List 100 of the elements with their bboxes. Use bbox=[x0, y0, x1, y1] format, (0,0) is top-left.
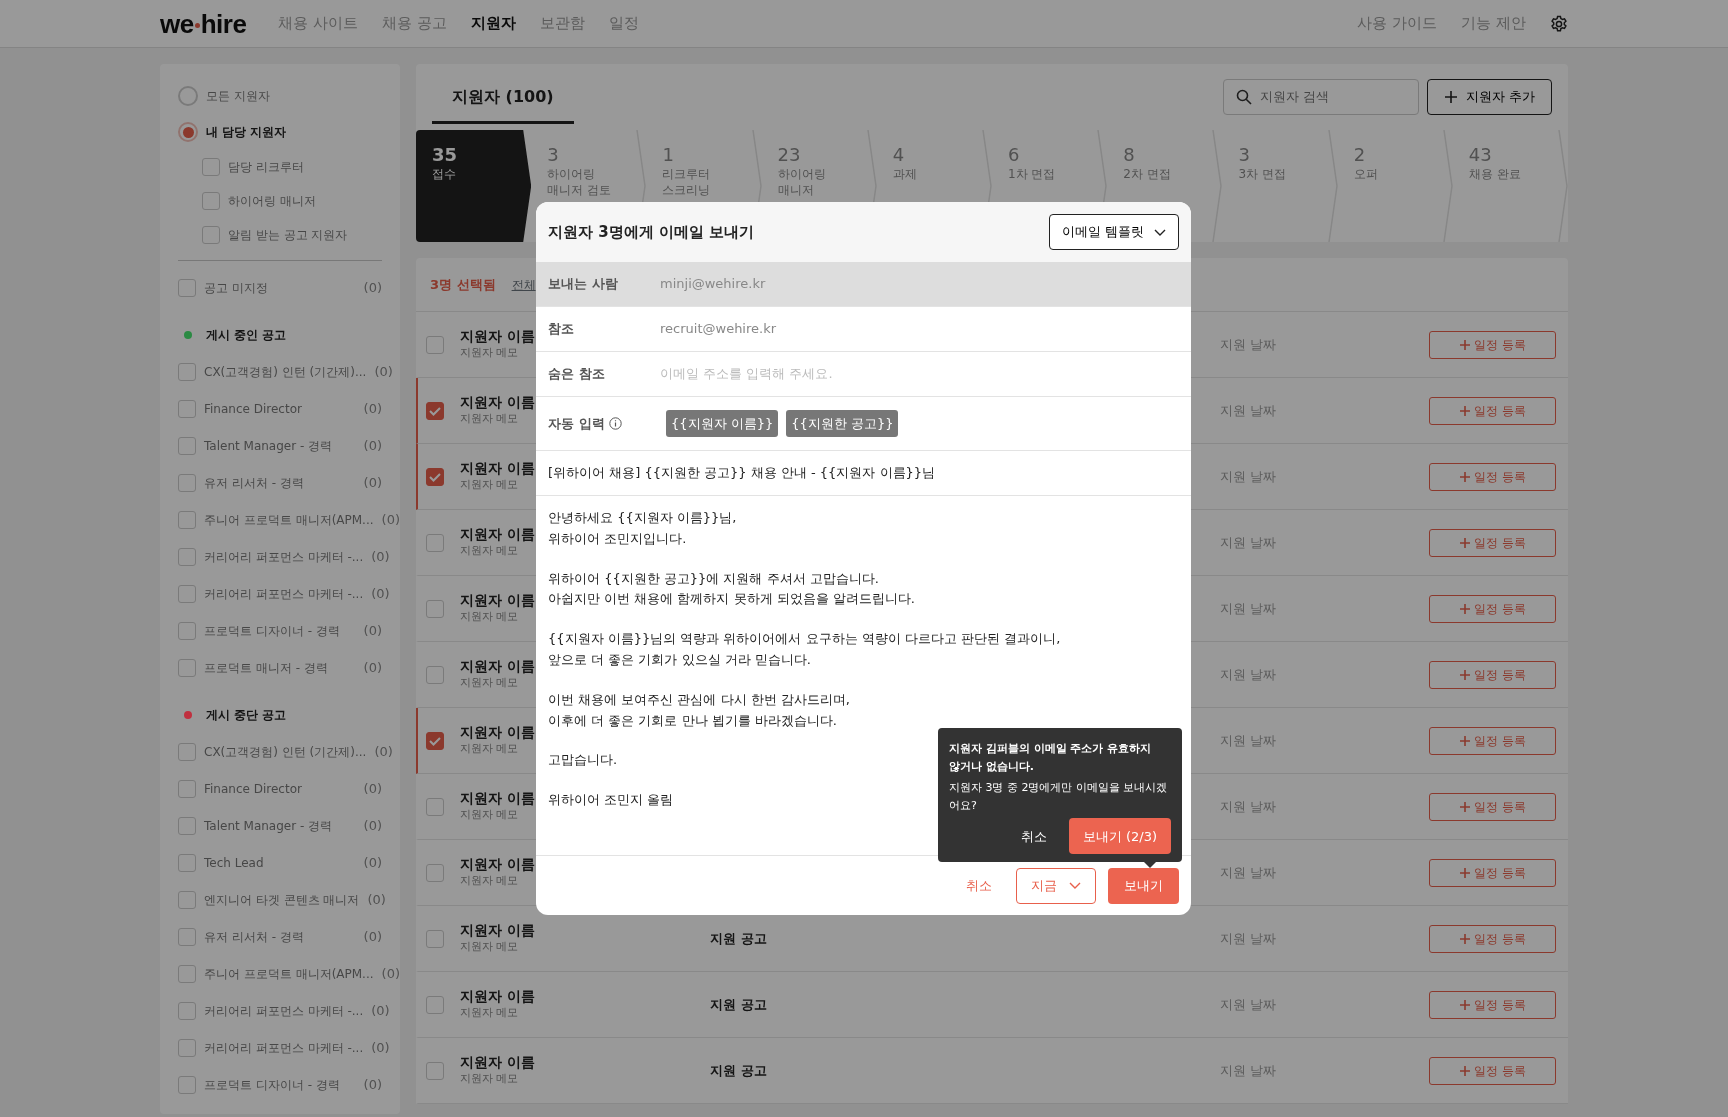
apply-date: 지원 날짜 bbox=[1220, 995, 1277, 1014]
apply-date: 지원 날짜 bbox=[1220, 401, 1277, 420]
apply-date: 지원 날짜 bbox=[1220, 599, 1277, 618]
job-count: (0) bbox=[363, 436, 382, 455]
job-label: 커리어리 퍼포먼스 마케터 -... bbox=[204, 1039, 364, 1057]
field-label: 숨은 참조 bbox=[548, 365, 606, 384]
job-count: (0) bbox=[371, 1038, 390, 1057]
job-label: Tech Lead bbox=[204, 854, 264, 872]
field-label: 보내는 사람 bbox=[548, 275, 619, 294]
applicant-name: 지원자 이름 bbox=[460, 1053, 535, 1071]
filter-label: 하이어링 매니저 bbox=[228, 193, 316, 210]
selection-count: 3명 선택됨 bbox=[430, 275, 496, 294]
job-count: (0) bbox=[363, 853, 382, 872]
apply-date: 지원 날짜 bbox=[1220, 467, 1277, 486]
applicant-memo: 지원자 메모 bbox=[460, 938, 519, 955]
job-count: (0) bbox=[363, 399, 382, 418]
job-count: (0) bbox=[371, 547, 390, 566]
applicant-name: 지원자 이름 bbox=[460, 657, 535, 675]
applicant-name: 지원자 이름 bbox=[460, 327, 535, 345]
applicant-memo: 지원자 메모 bbox=[460, 806, 519, 823]
job-label: Talent Manager - 경력 bbox=[204, 817, 333, 835]
filter-label: 담당 리크루터 bbox=[228, 159, 304, 176]
apply-date: 지원 날짜 bbox=[1220, 1061, 1277, 1080]
job-label: Talent Manager - 경력 bbox=[204, 437, 333, 455]
job-count: (0) bbox=[371, 1001, 390, 1020]
apply-date: 지원 날짜 bbox=[1220, 533, 1277, 552]
job-label: 프로덕트 디자이너 - 경력 bbox=[204, 622, 340, 640]
applicant-name: 지원자 이름 bbox=[460, 921, 535, 939]
applicant-name: 지원자 이름 bbox=[460, 459, 535, 477]
email-paragraph: 위하이어 {{지원한 공고}}에 지원해 주셔서 고맙습니다. 아쉽지만 이번 채용에 함께하지 못하게 되었음을 알려드립니다. bbox=[548, 569, 915, 609]
job-label: Finance Director bbox=[204, 400, 302, 418]
job-count: (0) bbox=[381, 964, 400, 983]
job-count: (0) bbox=[363, 1075, 382, 1094]
job-label: 유저 리서처 - 경력 bbox=[204, 928, 304, 946]
apply-date: 지원 날짜 bbox=[1220, 665, 1277, 684]
applicant-memo: 지원자 메모 bbox=[460, 740, 519, 757]
job-count: (0) bbox=[367, 890, 386, 909]
applicant-memo: 지원자 메모 bbox=[460, 410, 519, 427]
applicant-name: 지원자 이름 bbox=[460, 591, 535, 609]
popover-title: 지원자 김퍼블의 이메일 주소가 유효하지 않거나 없습니다. bbox=[949, 741, 1153, 775]
job-label: 커리어리 퍼포먼스 마케터 -... bbox=[204, 1002, 364, 1020]
applicant-name: 지원자 이름 bbox=[460, 723, 535, 741]
applicant-name: 지원자 이름 bbox=[460, 525, 535, 543]
job-count: (0) bbox=[363, 779, 382, 798]
apply-date: 지원 날짜 bbox=[1220, 731, 1277, 750]
job-count: (0) bbox=[371, 584, 390, 603]
applicant-name: 지원자 이름 bbox=[460, 393, 535, 411]
apply-date: 지원 날짜 bbox=[1220, 863, 1277, 882]
job-count: (0) bbox=[363, 621, 382, 640]
job-count: (0) bbox=[374, 742, 393, 761]
job-label: 공고 미지정 bbox=[204, 279, 268, 297]
field-label: 참조 bbox=[548, 320, 575, 339]
job-label: 커리어리 퍼포먼스 마케터 -... bbox=[204, 548, 364, 566]
email-paragraph: {{지원자 이름}}님의 역량과 위하이어에서 요구하는 역량이 다르다고 판단된 결과이니, 앞으로 더 좋은 기회가 있으실 거라 믿습니다. bbox=[548, 630, 1061, 669]
filter-label: 알림 받는 공고 지원자 bbox=[228, 227, 348, 244]
applicant-name: 지원자 이름 bbox=[460, 855, 535, 873]
apply-date: 지원 날짜 bbox=[1220, 335, 1277, 354]
email-paragraph: 안녕하세요 {{지원자 이름}}님, 위하이어 조민지입니다. bbox=[548, 509, 737, 548]
applicant-memo: 지원자 메모 bbox=[460, 542, 519, 559]
job-count: (0) bbox=[363, 473, 382, 492]
job-label: 커리어리 퍼포먼스 마케터 -... bbox=[204, 585, 364, 603]
applicant-memo: 지원자 메모 bbox=[460, 674, 519, 691]
applicant-name: 지원자 이름 bbox=[460, 987, 535, 1005]
job-label: Finance Director bbox=[204, 780, 302, 798]
job-label: CX(고객경험) 인턴 (기간제)... bbox=[204, 363, 367, 381]
applicant-memo: 지원자 메모 bbox=[460, 608, 519, 625]
job-posting: 지원 공고 bbox=[710, 930, 767, 946]
job-count: (0) bbox=[381, 510, 400, 529]
job-label: 주니어 프로덕트 매니저(APM... bbox=[204, 511, 374, 529]
popover-message: 지원자 3명 중 2명에게만 이메일을 보내시겠어요? bbox=[949, 780, 1169, 814]
email-paragraph: 위하이어 조민지 올림 bbox=[548, 791, 674, 810]
applicant-memo: 지원자 메모 bbox=[460, 1004, 519, 1021]
filter-label: 내 담당 지원자 bbox=[206, 124, 287, 141]
job-posting: 지원 공고 bbox=[710, 996, 767, 1012]
job-count: (0) bbox=[374, 362, 393, 381]
applicant-name: 지원자 이름 bbox=[460, 789, 535, 807]
applicant-memo: 지원자 메모 bbox=[460, 344, 519, 361]
applicant-memo: 지원자 메모 bbox=[460, 1070, 519, 1087]
email-paragraph: 고맙습니다. bbox=[548, 751, 618, 770]
job-label: 주니어 프로덕트 매니저(APM... bbox=[204, 965, 374, 983]
job-label: 유저 리서처 - 경력 bbox=[204, 474, 304, 492]
field-label: 자동 입력 bbox=[548, 414, 605, 433]
job-count: (0) bbox=[363, 927, 382, 946]
job-count: (0) bbox=[363, 278, 382, 297]
filter-label: 모든 지원자 bbox=[206, 88, 270, 105]
group-title: 게시 중단 공고 bbox=[206, 706, 287, 724]
job-label: 프로덕트 매니저 - 경력 bbox=[204, 659, 328, 677]
logo: we hire bbox=[160, 10, 247, 37]
applicant-memo: 지원자 메모 bbox=[460, 872, 519, 889]
apply-date: 지원 날짜 bbox=[1220, 929, 1277, 948]
apply-date: 지원 날짜 bbox=[1220, 797, 1277, 816]
job-count: (0) bbox=[363, 658, 382, 677]
subject-line: [위하이어 채용] {{지원한 공고}} 채용 안내 - {{지원자 이름}}님 bbox=[548, 464, 936, 483]
job-label: 프로덕트 디자이너 - 경력 bbox=[204, 1076, 340, 1094]
job-count: (0) bbox=[363, 816, 382, 835]
job-posting: 지원 공고 bbox=[710, 1062, 767, 1078]
email-paragraph: 이번 채용에 보여주신 관심에 다시 한번 감사드리며, 이후에 더 좋은 기회로 만나 뵙기를 바라겠습니다. bbox=[548, 690, 850, 730]
job-label: CX(고객경험) 인턴 (기간제)... bbox=[204, 743, 367, 761]
job-label: 엔지니어 타겟 콘텐츠 매니저 bbox=[204, 891, 360, 909]
group-title: 게시 중인 공고 bbox=[206, 326, 287, 344]
